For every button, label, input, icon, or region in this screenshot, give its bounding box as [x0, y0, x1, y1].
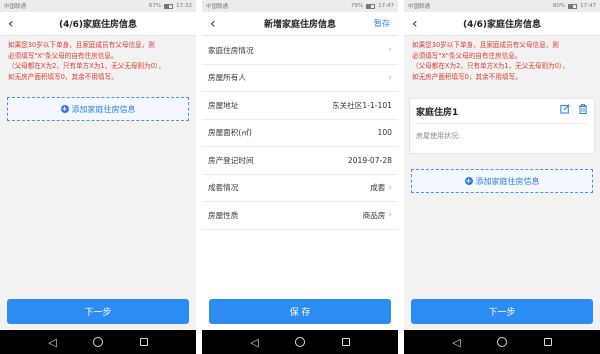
notice-line: 如果您30岁以下单身，且家庭成员有父母信息，则 — [412, 41, 559, 49]
notice-line: 必须填写"X"条父母的自有住房信息。 — [8, 51, 118, 60]
chevron-right-icon: › — [388, 182, 392, 193]
notice-text: 如果您30岁以下单身，且家庭成员有父母信息，则 必须填写"X"条父母的自有住房信… — [8, 40, 190, 82]
nav-bar: ‹ (4/6)家庭住房信息 — [0, 12, 196, 36]
nav-recents-icon[interactable] — [341, 338, 350, 346]
battery-percent: 80% — [552, 3, 566, 9]
notice-line: 如无房产面积填写0，其余不用填写。 — [8, 72, 118, 81]
row-label: 房产登记时间 — [208, 155, 254, 165]
notice-line: 如果您30岁以下单身，且家庭成员有父母信息，则 — [8, 41, 155, 49]
back-icon[interactable]: ‹ — [8, 15, 14, 33]
page-title: 新增家庭住房信息 — [263, 20, 336, 30]
form-row-housing-situation[interactable]: 家庭住房情况 › — [202, 37, 398, 65]
plus-circle-icon: + — [60, 105, 69, 113]
nav-back-icon[interactable]: ◁ — [250, 336, 258, 349]
add-housing-label: 添加家庭住房信息 — [475, 176, 540, 186]
trash-icon[interactable] — [578, 104, 588, 114]
nav-home-icon[interactable] — [93, 337, 104, 347]
row-label: 房屋所有人 — [208, 73, 246, 83]
page-title: (4/6)家庭住房信息 — [462, 20, 542, 30]
screen-housing-list-filled: 中国联通 80% 17:47 ‹ (4/6)家庭住房信息 如果您30岁以下单身，… — [404, 0, 600, 354]
clock: 17:47 — [580, 3, 596, 9]
nav-recents-icon[interactable] — [139, 338, 148, 346]
battery-icon — [164, 3, 174, 9]
add-housing-button[interactable]: + 添加家庭住房信息 — [7, 97, 189, 121]
row-value: 2019-07-28 — [347, 155, 392, 165]
screen-housing-list-empty: 中国联通 67% 17:32 ‹ (4/6)家庭住房信息 如果您30岁以下单身，… — [0, 0, 196, 354]
row-value: 商品房 — [362, 210, 386, 220]
back-icon[interactable]: ‹ — [412, 15, 418, 33]
system-nav-bar: ◁ — [202, 330, 398, 354]
card-divider — [416, 123, 588, 124]
row-label: 房屋面积(㎡) — [208, 128, 252, 138]
battery-icon — [366, 3, 376, 9]
nav-recents-icon[interactable] — [543, 338, 552, 346]
status-bar: 中国联通 80% 17:47 — [404, 0, 600, 12]
save-draft-button[interactable]: 暂存 — [374, 18, 390, 29]
housing-status-label: 房屋使用状况: — [416, 132, 461, 140]
chevron-right-icon: › — [388, 210, 392, 221]
nav-bar: ‹ 新增家庭住房信息 暂存 — [202, 12, 398, 36]
nav-bar: ‹ (4/6)家庭住房信息 — [404, 12, 600, 36]
save-button[interactable]: 保 存 — [209, 299, 391, 324]
screen-add-housing-form: 中国联通 79% 17:47 ‹ 新增家庭住房信息 暂存 家庭住房情况 › 房屋… — [202, 0, 398, 354]
form-row-property-type[interactable]: 房屋性质 商品房 › — [202, 202, 398, 230]
notice-line: 如无房产面积填写0，其余不用填写。 — [412, 72, 522, 81]
add-housing-button[interactable]: + 添加家庭住房信息 — [411, 169, 593, 193]
system-nav-bar: ◁ — [404, 330, 600, 354]
row-label: 房屋性质 — [208, 210, 239, 220]
row-value: 东关社区1-1-101 — [331, 100, 392, 110]
row-value: 成套 — [370, 183, 386, 193]
notice-line: （父母都在X为2，只有单方X为1，无父无母则为0）， — [8, 62, 165, 70]
carrier-label: 中国联通 — [408, 4, 431, 10]
clock: 17:32 — [176, 3, 192, 9]
battery-percent: 67% — [148, 3, 162, 9]
battery-percent: 79% — [350, 3, 364, 9]
row-label: 房屋地址 — [208, 100, 239, 110]
row-value: 100 — [377, 128, 393, 138]
add-housing-label: 添加家庭住房信息 — [71, 104, 136, 114]
chevron-right-icon: › — [388, 72, 392, 83]
housing-card-title: 家庭住房1 — [416, 108, 459, 118]
next-step-button[interactable]: 下一步 — [411, 299, 593, 324]
carrier-label: 中国联通 — [206, 4, 229, 10]
chevron-right-icon: › — [388, 45, 392, 56]
housing-form: 家庭住房情况 › 房屋所有人 › 房屋地址 东关社区1-1-101 房屋面积(㎡… — [202, 37, 398, 230]
notice-text: 如果您30岁以下单身，且家庭成员有父母信息，则 必须填写"X"条父母的自有住房信… — [412, 40, 594, 82]
carrier-label: 中国联通 — [4, 4, 27, 10]
form-row-completeness[interactable]: 成套情况 成套 › — [202, 175, 398, 202]
clock: 17:47 — [378, 3, 394, 9]
page-title: (4/6)家庭住房信息 — [58, 20, 138, 30]
nav-home-icon[interactable] — [497, 337, 508, 347]
battery-icon — [568, 3, 578, 9]
edit-icon[interactable] — [560, 104, 570, 114]
next-step-button[interactable]: 下一步 — [7, 299, 189, 324]
back-icon[interactable]: ‹ — [210, 15, 216, 33]
row-label: 成套情况 — [208, 183, 239, 193]
status-bar: 中国联通 67% 17:32 — [0, 0, 196, 12]
form-row-registration-date[interactable]: 房产登记时间 2019-07-28 — [202, 147, 398, 175]
notice-line: （父母都在X为2，只有单方X为1，无父无母则为0）， — [412, 62, 569, 70]
housing-card: 家庭住房1 房屋使用状况: — [409, 98, 595, 154]
nav-back-icon[interactable]: ◁ — [452, 336, 460, 349]
form-row-address[interactable]: 房屋地址 东关社区1-1-101 — [202, 92, 398, 120]
form-row-area[interactable]: 房屋面积(㎡) 100 — [202, 120, 398, 147]
nav-home-icon[interactable] — [295, 337, 306, 347]
plus-circle-icon: + — [464, 177, 473, 185]
notice-line: 必须填写"X"条父母的自有住房信息。 — [412, 51, 522, 60]
status-bar: 中国联通 79% 17:47 — [202, 0, 398, 12]
form-row-owner[interactable]: 房屋所有人 › — [202, 65, 398, 92]
system-nav-bar: ◁ — [0, 330, 196, 354]
row-label: 家庭住房情况 — [208, 45, 254, 55]
nav-back-icon[interactable]: ◁ — [48, 336, 56, 349]
